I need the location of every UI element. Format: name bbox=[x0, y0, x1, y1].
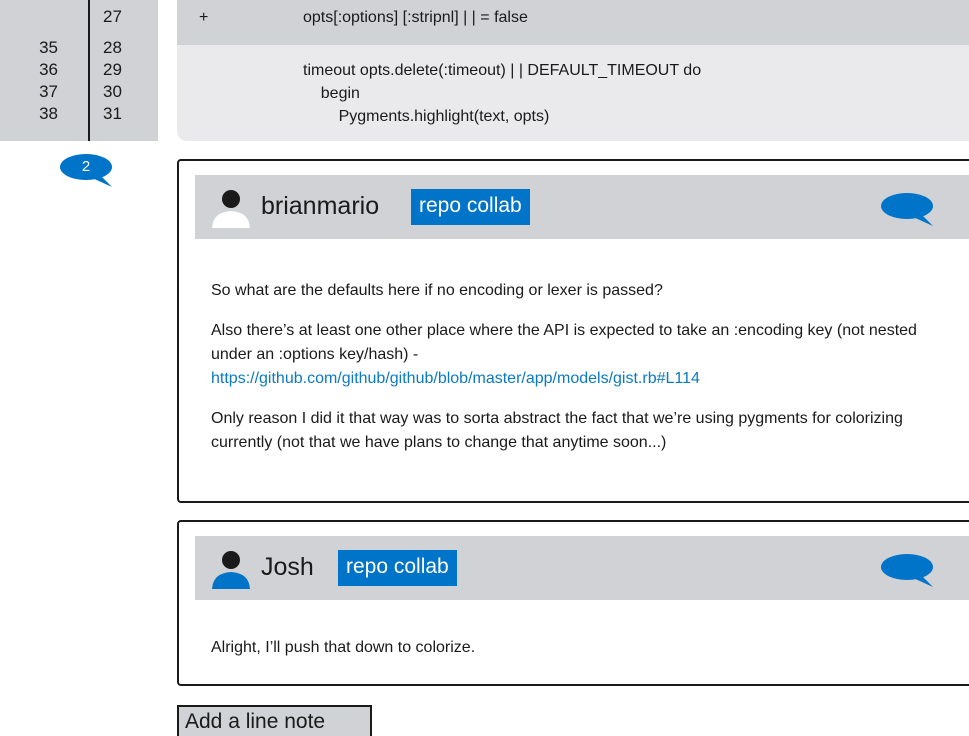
user-silhouette-icon[interactable] bbox=[211, 188, 251, 228]
comment-header: Josh repo collab bbox=[195, 536, 969, 600]
comment-body: So what are the defaults here if no enco… bbox=[211, 279, 951, 471]
code-line-text: Pygments.highlight(text, opts) bbox=[303, 108, 550, 125]
comment-author[interactable]: brianmario bbox=[261, 188, 379, 224]
role-badge: repo collab bbox=[411, 189, 530, 225]
diff-view: 27 35 28 36 29 37 30 38 31 + opts[:optio… bbox=[0, 0, 969, 736]
comment-body: Alright, I’ll push that down to colorize… bbox=[211, 636, 951, 676]
user-silhouette-icon[interactable] bbox=[211, 549, 251, 589]
line-number-row: 37 30 bbox=[0, 81, 158, 103]
comment-link[interactable]: https://github.com/github/github/blob/ma… bbox=[211, 370, 700, 387]
line-number-gutter: 27 35 28 36 29 37 30 38 31 bbox=[0, 0, 158, 141]
comment-card: brianmario repo collab So what are the d… bbox=[177, 159, 969, 503]
old-line-number[interactable]: 36 bbox=[39, 59, 58, 81]
line-number-row: 38 31 bbox=[0, 103, 158, 125]
role-badge: repo collab bbox=[338, 550, 457, 586]
old-line-number[interactable]: 38 bbox=[39, 103, 58, 125]
comment-paragraph: Also there’s at least one other place wh… bbox=[211, 322, 917, 363]
line-number-row: 35 28 bbox=[0, 37, 158, 59]
comment-author[interactable]: Josh bbox=[261, 549, 314, 585]
speech-bubble-icon[interactable] bbox=[879, 191, 935, 227]
comment-count-bubble[interactable]: 2 bbox=[60, 153, 116, 189]
context-code-block: timeout opts.delete(:timeout) | | DEFAUL… bbox=[177, 45, 969, 141]
new-line-number[interactable]: 28 bbox=[103, 37, 122, 59]
diff-added-sign: + bbox=[199, 9, 209, 26]
old-line-number[interactable]: 35 bbox=[39, 37, 58, 59]
comment-count: 2 bbox=[81, 158, 91, 175]
new-line-number[interactable]: 27 bbox=[103, 6, 122, 28]
old-line-number[interactable]: 37 bbox=[39, 81, 58, 103]
added-code-line: + opts[:options] [:stripnl] | | = false bbox=[177, 0, 969, 45]
code-line-text: begin bbox=[303, 85, 360, 102]
speech-bubble-icon[interactable] bbox=[879, 552, 935, 588]
line-number-row: 36 29 bbox=[0, 59, 158, 81]
add-line-note-button[interactable]: Add a line note bbox=[177, 705, 372, 736]
code-line-text: timeout opts.delete(:timeout) | | DEFAUL… bbox=[303, 62, 702, 79]
comment-paragraph: So what are the defaults here if no enco… bbox=[211, 282, 663, 299]
new-line-number[interactable]: 31 bbox=[103, 103, 122, 125]
new-line-number[interactable]: 29 bbox=[103, 59, 122, 81]
line-number-row: 27 bbox=[0, 6, 158, 28]
comment-paragraph: Alright, I’ll push that down to colorize… bbox=[211, 639, 476, 656]
comment-card: Josh repo collab Alright, I’ll push that… bbox=[177, 520, 969, 686]
comment-header: brianmario repo collab bbox=[195, 175, 969, 239]
code-line-text: opts[:options] [:stripnl] | | = false bbox=[303, 9, 528, 26]
comment-paragraph: Only reason I did it that way was to sor… bbox=[211, 410, 903, 451]
new-line-number[interactable]: 30 bbox=[103, 81, 122, 103]
